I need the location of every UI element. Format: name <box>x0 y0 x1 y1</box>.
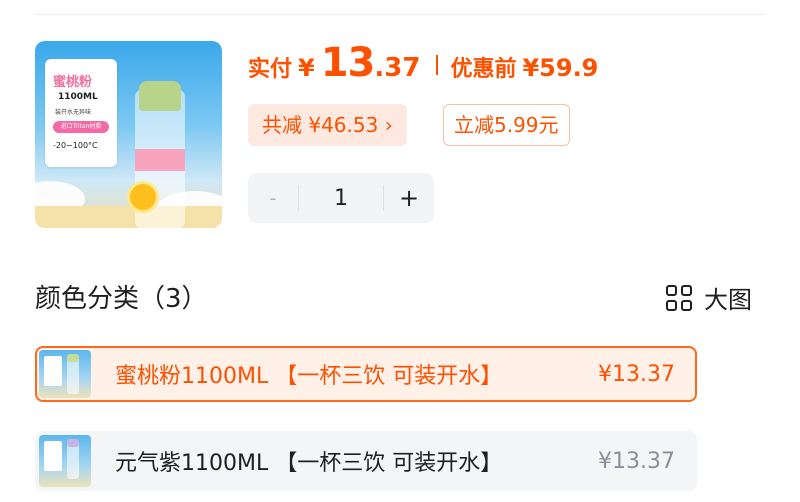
tag-line3: 装开水无异味 <box>55 109 92 116</box>
variant-price: ¥13.37 <box>598 361 675 387</box>
quantity-value[interactable]: 1 <box>299 186 383 211</box>
price-row: 实付 ¥ 13 .37 优惠前 ¥59.9 <box>248 40 598 90</box>
variant-name: 元气紫1100ML 【一杯三饮 可装开水】 <box>115 451 503 476</box>
price-separator <box>436 55 439 75</box>
increment-button[interactable]: + <box>384 184 434 212</box>
total-savings-badge[interactable]: 共减 ¥46.53 › <box>248 104 407 146</box>
variant-thumbnail <box>39 435 91 487</box>
big-image-label: 大图 <box>704 286 752 314</box>
paid-label: 实付 <box>248 57 293 82</box>
tag-temp: -20~100°C <box>53 141 98 150</box>
tag-capacity: 1100ML <box>58 92 98 102</box>
variant-option-selected[interactable]: 蜜桃粉1100ML 【一杯三饮 可装开水】 ¥13.37 <box>35 346 697 402</box>
paid-price-decimal: .37 <box>374 53 421 83</box>
tag-line4: 进口Tritan材质 <box>53 121 109 133</box>
decrement-button[interactable]: - <box>248 186 298 210</box>
paid-currency: ¥ <box>298 54 315 82</box>
pedestal-decoration <box>35 206 222 228</box>
quantity-stepper: - 1 + <box>248 173 434 223</box>
original-price-label: 优惠前 <box>450 57 517 82</box>
grid-icon <box>666 284 692 311</box>
instant-discount-badge: 立减5.99元 <box>443 104 570 146</box>
original-price: ¥59.9 <box>522 54 599 82</box>
bottle-band-illustration <box>135 149 185 171</box>
product-image[interactable]: 蜜桃粉 1100ML 装开水无异味 进口Tritan材质 -20~100°C <box>35 41 222 228</box>
product-info-tag: 蜜桃粉 1100ML 装开水无异味 进口Tritan材质 -20~100°C <box>45 59 117 167</box>
lemon-illustration <box>127 181 159 213</box>
top-divider <box>35 14 765 15</box>
variant-name: 蜜桃粉1100ML 【一杯三饮 可装开水】 <box>115 364 503 389</box>
variant-option[interactable]: 元气紫1100ML 【一杯三饮 可装开水】 ¥13.37 <box>35 431 697 491</box>
color-category-title: 颜色分类（3） <box>35 284 208 314</box>
tag-name: 蜜桃粉 <box>53 75 93 90</box>
variant-price: ¥13.37 <box>598 448 675 474</box>
paid-price-integer: 13 <box>320 40 376 86</box>
bottle-cap-illustration <box>139 81 181 111</box>
variant-thumbnail <box>39 350 91 398</box>
big-image-toggle[interactable]: 大图 <box>666 280 752 315</box>
